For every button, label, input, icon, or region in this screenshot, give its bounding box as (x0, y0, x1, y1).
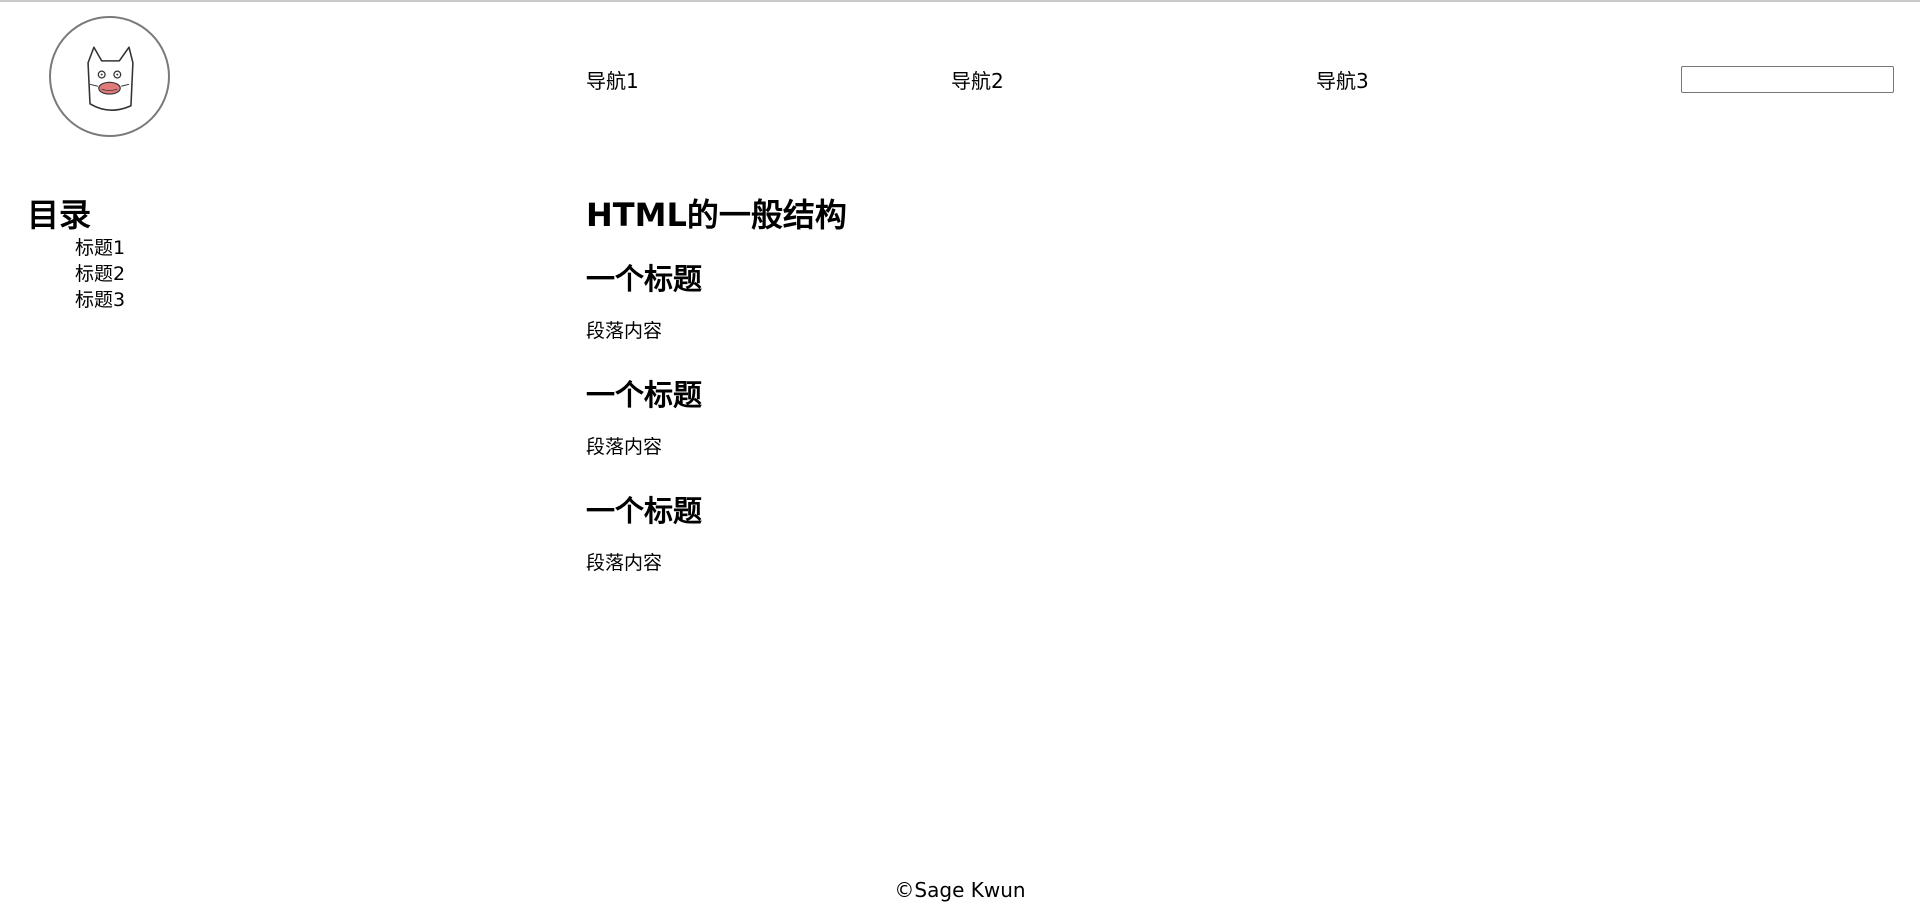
toc-title: 目录 (27, 196, 92, 234)
nav-link-1[interactable]: 导航1 (586, 69, 639, 93)
toc-item-1[interactable]: 标题1 (75, 235, 527, 261)
section-heading: 一个标题 (586, 262, 703, 296)
page-footer: ©Sage Kwun (0, 877, 1920, 903)
content-section-2: 一个标题 段落内容 (586, 377, 702, 459)
section-heading: 一个标题 (586, 494, 703, 528)
content-section-1: 一个标题 段落内容 (586, 261, 702, 343)
logo[interactable] (49, 16, 170, 137)
content-section-3: 一个标题 段落内容 (586, 493, 702, 575)
toc-item-2[interactable]: 标题2 (75, 261, 527, 287)
table-of-contents: 目录 标题1 标题2 标题3 (27, 195, 527, 313)
page-title: HTML的一般结构 (586, 196, 847, 234)
main-content: HTML的一般结构 一个标题 段落内容 一个标题 段落内容 一个标题 段落内容 (586, 195, 1786, 574)
section-heading: 一个标题 (586, 378, 703, 412)
cat-mascot-icon (87, 46, 134, 111)
section-paragraph: 段落内容 (586, 552, 663, 574)
copyright-text: ©Sage Kwun (894, 878, 1026, 902)
toc-item-3[interactable]: 标题3 (75, 287, 527, 313)
nav-link-3[interactable]: 导航3 (1316, 69, 1369, 93)
section-paragraph: 段落内容 (586, 436, 663, 458)
section-paragraph: 段落内容 (586, 320, 663, 342)
toc-list: 标题1 标题2 标题3 (27, 235, 527, 313)
page-header: 导航1 导航2 导航3 (0, 2, 1920, 152)
search-input[interactable] (1681, 66, 1894, 93)
nav-link-2[interactable]: 导航2 (951, 69, 1004, 93)
